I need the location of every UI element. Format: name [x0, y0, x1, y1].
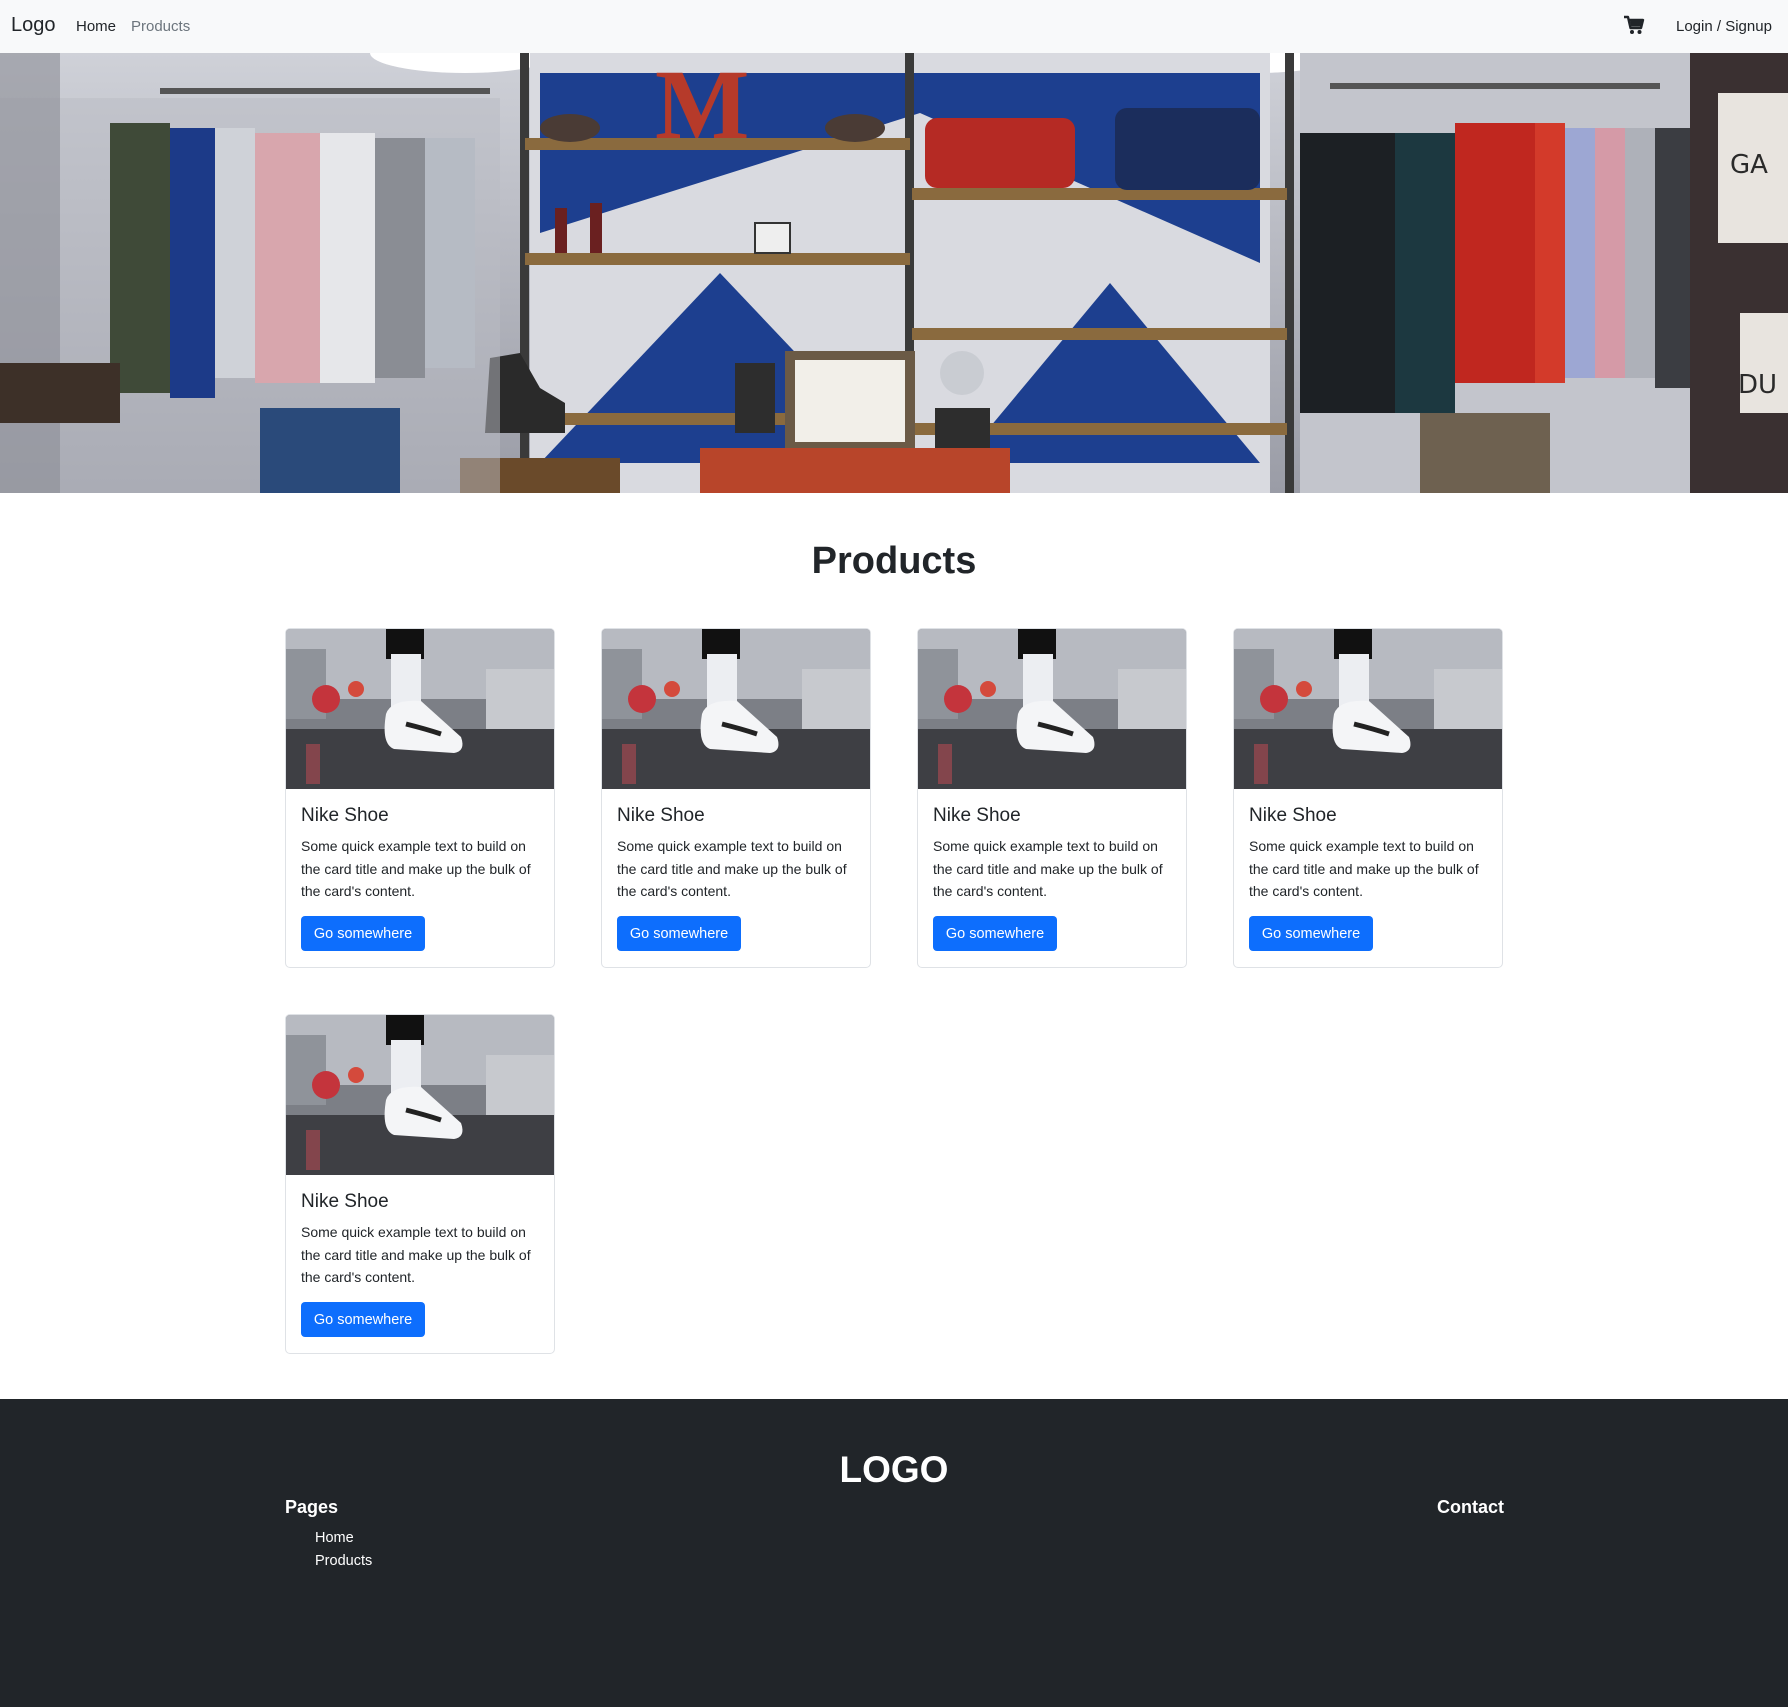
product-title: Nike Shoe — [1249, 805, 1337, 826]
product-card: Nike Shoe Some quick example text to bui… — [1233, 628, 1503, 968]
go-somewhere-button[interactable]: Go somewhere — [301, 1302, 425, 1337]
svg-text:GA: GA — [1730, 150, 1768, 180]
footer-link-home[interactable]: Home — [315, 1530, 354, 1546]
nav-link-products[interactable]: Products — [131, 18, 190, 35]
top-navbar: Logo Home Products Login / Signup — [0, 0, 1788, 53]
go-somewhere-button[interactable]: Go somewhere — [301, 916, 425, 951]
hero-banner-image: M GA DU — [0, 53, 1788, 493]
cart-icon[interactable] — [1623, 14, 1645, 36]
footer-logo: LOGO — [839, 1449, 949, 1490]
navbar-brand[interactable]: Logo — [11, 14, 56, 37]
product-title: Nike Shoe — [933, 805, 1021, 826]
product-image — [1234, 629, 1502, 789]
go-somewhere-button[interactable]: Go somewhere — [933, 916, 1057, 951]
product-description: Some quick example text to build on the … — [301, 1224, 531, 1285]
footer-link-products[interactable]: Products — [315, 1553, 372, 1569]
svg-text:DU: DU — [1738, 370, 1777, 400]
product-image — [286, 629, 554, 789]
go-somewhere-button[interactable]: Go somewhere — [617, 916, 741, 951]
product-card: Nike Shoe Some quick example text to bui… — [285, 1014, 555, 1354]
product-title: Nike Shoe — [301, 805, 389, 826]
site-footer: LOGO Pages Home Products Contact — [0, 1399, 1788, 1707]
go-somewhere-button[interactable]: Go somewhere — [1249, 916, 1373, 951]
footer-contact-heading: Contact — [1437, 1497, 1504, 1517]
product-description: Some quick example text to build on the … — [1249, 838, 1479, 899]
product-card: Nike Shoe Some quick example text to bui… — [917, 628, 1187, 968]
products-section-title: Products — [811, 540, 977, 582]
product-description: Some quick example text to build on the … — [933, 838, 1163, 899]
product-card: Nike Shoe Some quick example text to bui… — [601, 628, 871, 968]
product-title: Nike Shoe — [617, 805, 705, 826]
footer-pages-heading: Pages — [285, 1497, 339, 1517]
product-image — [602, 629, 870, 789]
login-signup-link[interactable]: Login / Signup — [1676, 18, 1772, 35]
product-description: Some quick example text to build on the … — [301, 838, 531, 899]
product-description: Some quick example text to build on the … — [617, 838, 847, 899]
product-image — [286, 1015, 554, 1175]
product-card: Nike Shoe Some quick example text to bui… — [285, 628, 555, 968]
product-title: Nike Shoe — [301, 1191, 389, 1212]
product-image — [918, 629, 1186, 789]
nav-link-home[interactable]: Home — [76, 18, 116, 35]
